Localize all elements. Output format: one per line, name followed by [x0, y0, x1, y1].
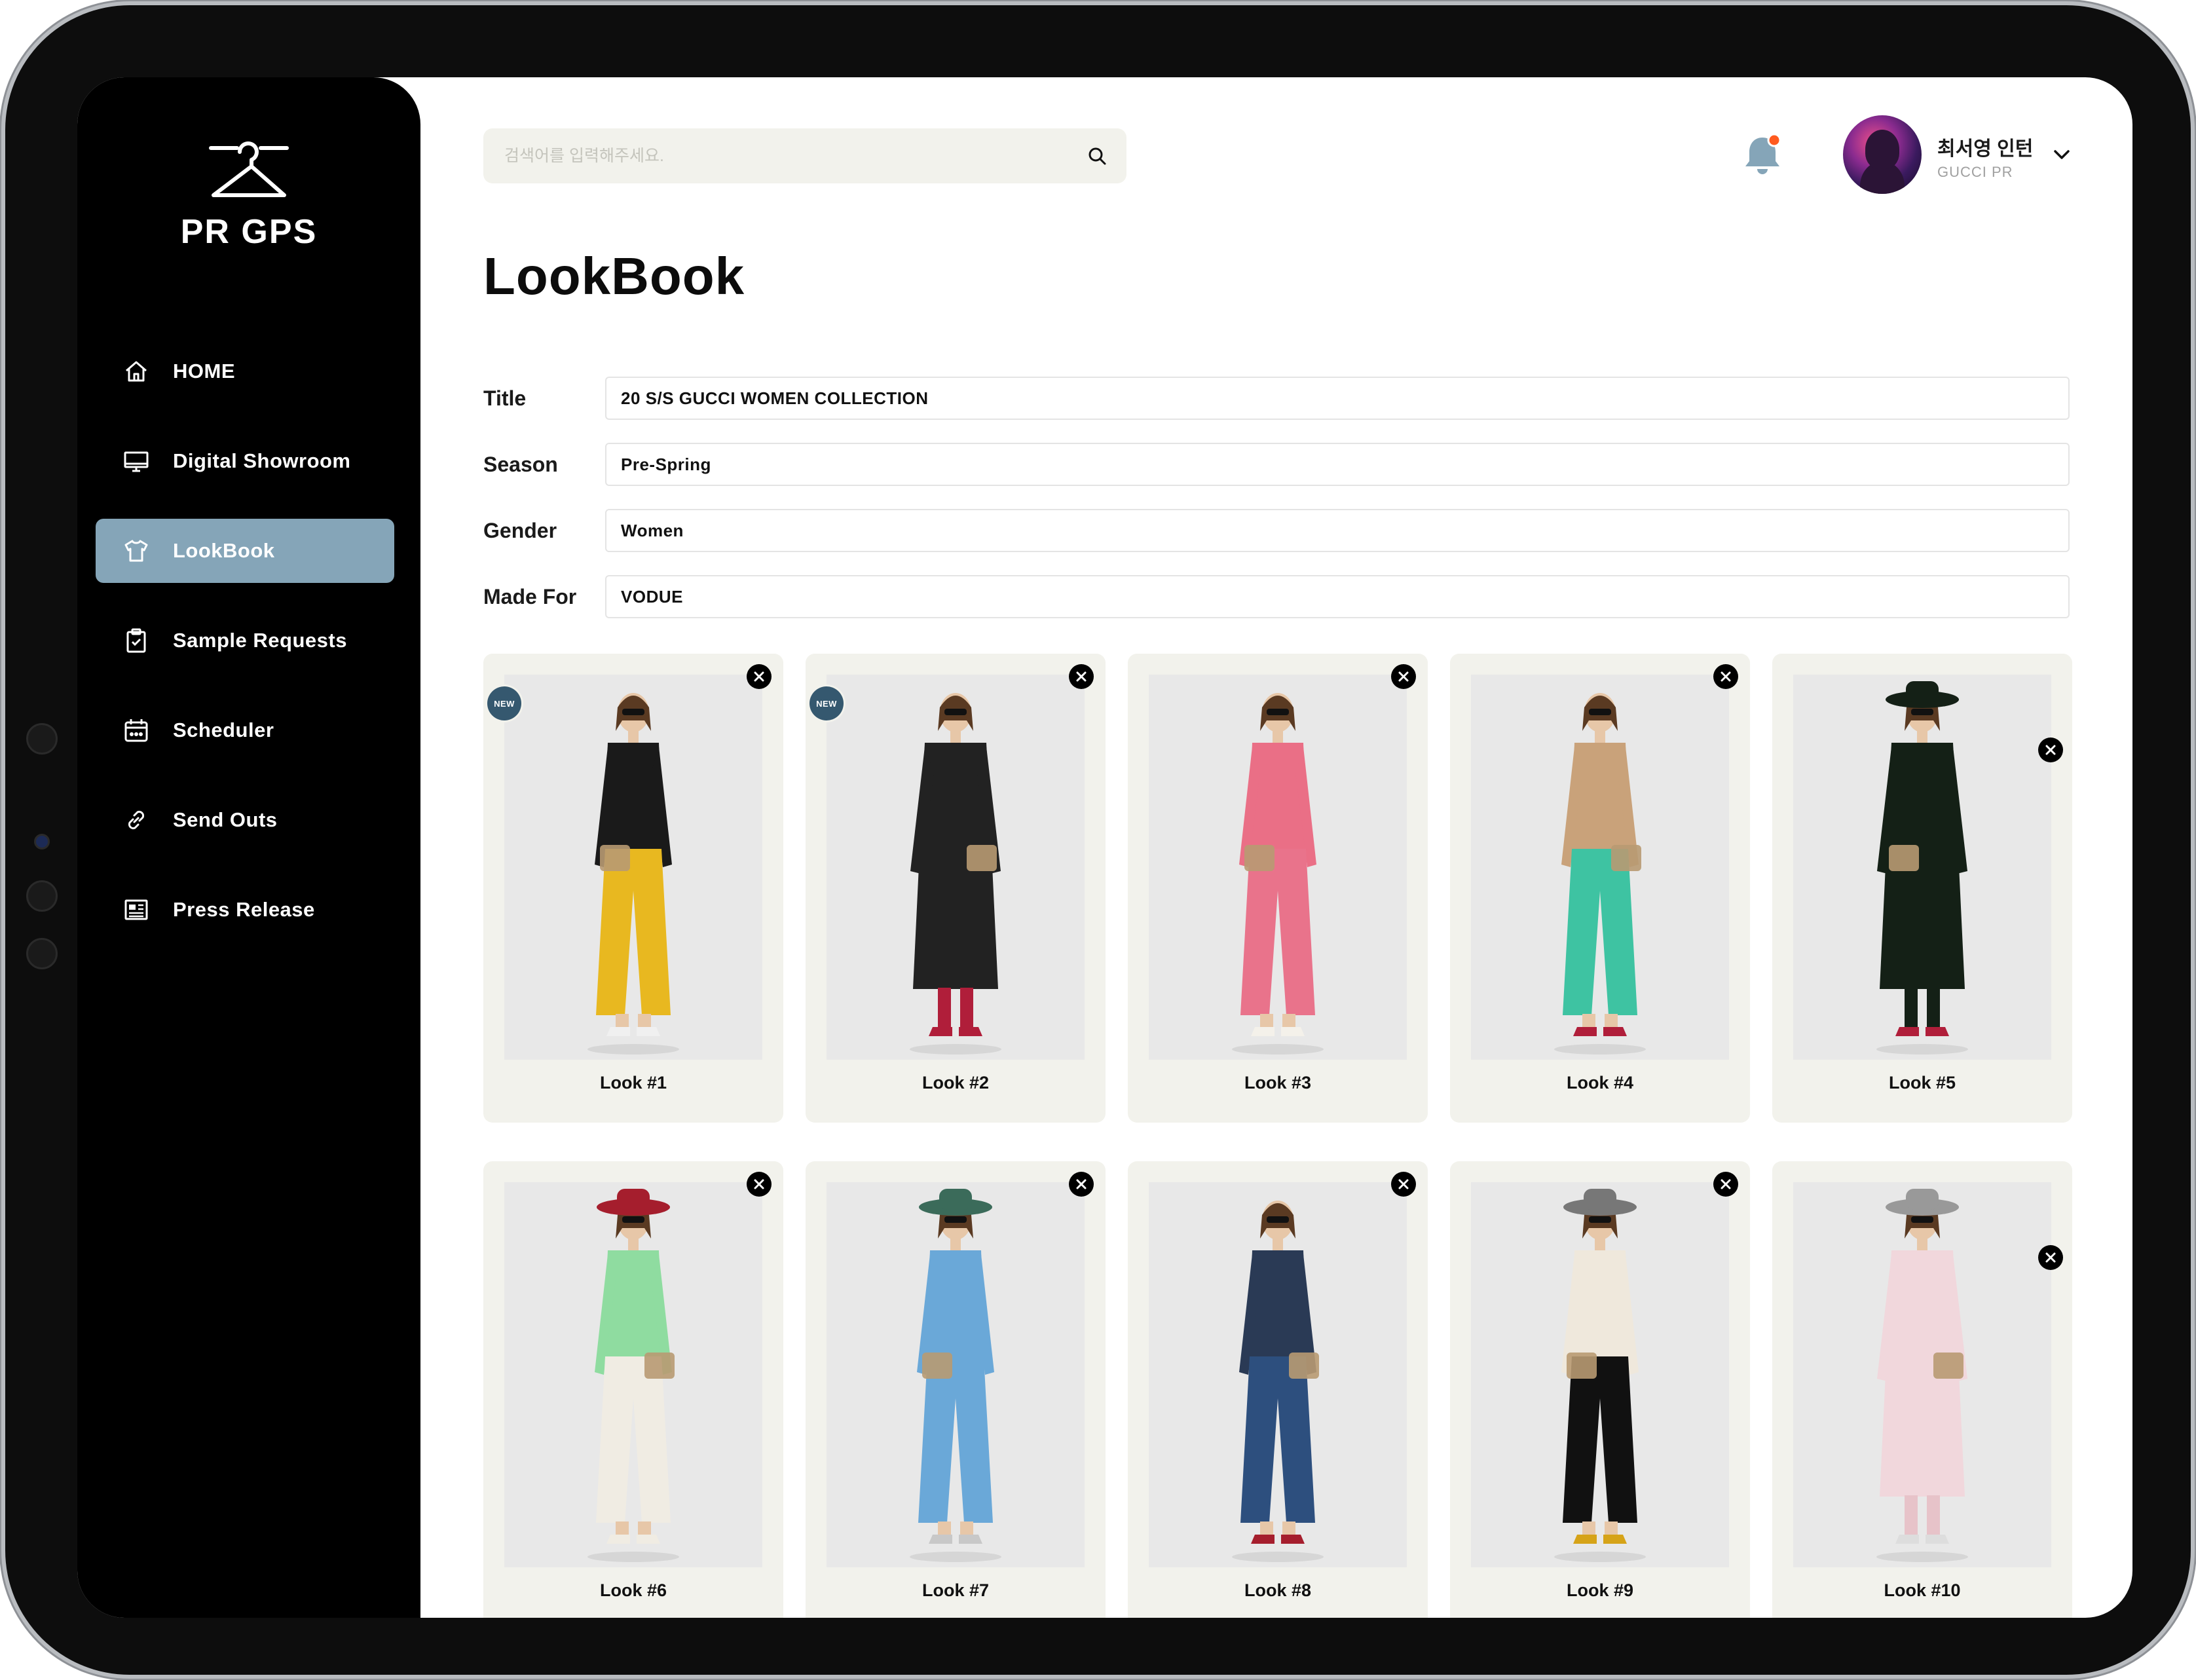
look-label: Look #5 — [1888, 1073, 1956, 1092]
form-row-made-for: Made For VODUE — [483, 574, 2132, 620]
shirt-icon — [122, 536, 151, 565]
sidebar: PR GPS HOME Digital Showroom LookBook Sampl… — [77, 77, 420, 1618]
gender-label: Gender — [483, 518, 557, 542]
hanger-icon — [209, 141, 289, 197]
close-icon[interactable] — [2038, 737, 2063, 762]
made-for-field[interactable]: VODUE — [605, 575, 2070, 618]
notification-bell-icon[interactable] — [1739, 132, 1786, 179]
user-name: 최서영 인턴 — [1937, 138, 2034, 160]
look-image[interactable] — [1793, 675, 2051, 1060]
look-card[interactable]: Look #3 — [1128, 654, 1428, 1123]
notification-dot — [1767, 133, 1781, 147]
close-icon[interactable] — [1069, 664, 1094, 689]
close-icon[interactable] — [2038, 1245, 2063, 1270]
newspaper-icon — [122, 895, 151, 924]
device-sensor — [26, 938, 58, 969]
clipboard-icon — [122, 626, 151, 655]
look-label: Look #10 — [1884, 1580, 1961, 1600]
close-icon[interactable] — [1391, 664, 1416, 689]
look-card[interactable]: Look #5 — [1772, 654, 2072, 1123]
look-label: Look #7 — [921, 1580, 990, 1600]
close-icon[interactable] — [1391, 1172, 1416, 1197]
form-row-title: Title 20 S/S GUCCI WOMEN COLLECTION — [483, 375, 2132, 421]
look-card[interactable]: Look #7 — [806, 1161, 1106, 1618]
chevron-down-icon[interactable] — [2050, 143, 2074, 166]
look-label: Look #9 — [1566, 1580, 1634, 1600]
link-icon — [122, 806, 151, 834]
sidebar-item-label: Send Outs — [173, 808, 278, 831]
sidebar-item-send-outs[interactable]: Send Outs — [96, 788, 394, 852]
look-card[interactable]: Look #9 — [1450, 1161, 1750, 1618]
device-sensor — [26, 880, 58, 912]
look-card[interactable]: Look #2 NEW — [806, 654, 1106, 1123]
look-card[interactable]: Look #6 — [483, 1161, 783, 1618]
close-icon[interactable] — [747, 664, 772, 689]
close-icon[interactable] — [1069, 1172, 1094, 1197]
search-icon[interactable] — [1085, 143, 1109, 168]
app-screen: PR GPS HOME Digital Showroom LookBook Sampl… — [77, 77, 2132, 1618]
sidebar-item-digital-showroom[interactable]: Digital Showroom — [96, 429, 394, 493]
search-bar — [483, 128, 1126, 184]
sidebar-item-label: Digital Showroom — [173, 449, 351, 472]
look-image[interactable] — [504, 1182, 762, 1567]
look-card[interactable]: Look #1 NEW — [483, 654, 783, 1123]
look-image[interactable] — [1471, 675, 1729, 1060]
look-image[interactable] — [1149, 1182, 1407, 1567]
logo-text: PR GPS — [180, 213, 318, 251]
look-image[interactable] — [1149, 675, 1407, 1060]
look-card[interactable]: Look #10 — [1772, 1161, 2072, 1618]
season-label: Season — [483, 452, 558, 476]
look-image[interactable] — [827, 675, 1085, 1060]
look-card[interactable]: Look #4 — [1450, 654, 1750, 1123]
look-label: Look #3 — [1244, 1073, 1312, 1092]
look-label: Look #6 — [599, 1580, 667, 1600]
tablet-frame: PR GPS HOME Digital Showroom LookBook Sampl… — [5, 5, 2191, 1675]
sidebar-nav: HOME Digital Showroom LookBook Sample Reque… — [96, 339, 394, 967]
look-image[interactable] — [1793, 1182, 2051, 1567]
look-image[interactable] — [504, 675, 762, 1060]
new-badge: NEW — [810, 686, 844, 720]
title-label: Title — [483, 386, 527, 410]
new-badge: NEW — [487, 686, 521, 720]
sidebar-item-label: LookBook — [173, 539, 275, 562]
monitor-icon — [122, 447, 151, 476]
app-logo[interactable]: PR GPS — [77, 140, 420, 252]
page-title: LookBook — [483, 247, 745, 305]
form-row-season: Season Pre-Spring — [483, 441, 2132, 487]
title-field[interactable]: 20 S/S GUCCI WOMEN COLLECTION — [605, 377, 2070, 420]
sidebar-item-home[interactable]: HOME — [96, 339, 394, 403]
avatar[interactable] — [1843, 115, 1922, 194]
close-icon[interactable] — [747, 1172, 772, 1197]
look-card[interactable]: Look #8 — [1128, 1161, 1428, 1618]
search-input[interactable] — [483, 128, 1085, 184]
look-label: Look #4 — [1566, 1073, 1634, 1092]
close-icon[interactable] — [1713, 664, 1738, 689]
home-icon — [122, 357, 151, 386]
sidebar-item-lookbook[interactable]: LookBook — [96, 519, 394, 583]
calendar-icon — [122, 716, 151, 745]
look-label: Look #2 — [921, 1073, 990, 1092]
sidebar-item-sample-requests[interactable]: Sample Requests — [96, 608, 394, 673]
season-field[interactable]: Pre-Spring — [605, 443, 2070, 486]
sidebar-item-press-release[interactable]: Press Release — [96, 878, 394, 942]
form-row-gender: Gender Women — [483, 508, 2132, 553]
look-image[interactable] — [1471, 1182, 1729, 1567]
sidebar-item-label: Sample Requests — [173, 629, 347, 652]
device-camera — [34, 834, 50, 849]
gender-field[interactable]: Women — [605, 509, 2070, 552]
device-top-button-1 — [158, 0, 231, 5]
look-label: Look #1 — [599, 1073, 667, 1092]
sidebar-item-label: Press Release — [173, 898, 315, 921]
sidebar-item-label: Scheduler — [173, 719, 274, 741]
sidebar-item-scheduler[interactable]: Scheduler — [96, 698, 394, 762]
look-image[interactable] — [827, 1182, 1085, 1567]
close-icon[interactable] — [1713, 1172, 1738, 1197]
look-label: Look #8 — [1244, 1580, 1312, 1600]
user-role: GUCCI PR — [1937, 164, 2013, 180]
made-for-label: Made For — [483, 584, 577, 608]
device-sensor — [26, 723, 58, 755]
device-top-button-2 — [255, 0, 327, 5]
sidebar-item-label: HOME — [173, 360, 235, 383]
